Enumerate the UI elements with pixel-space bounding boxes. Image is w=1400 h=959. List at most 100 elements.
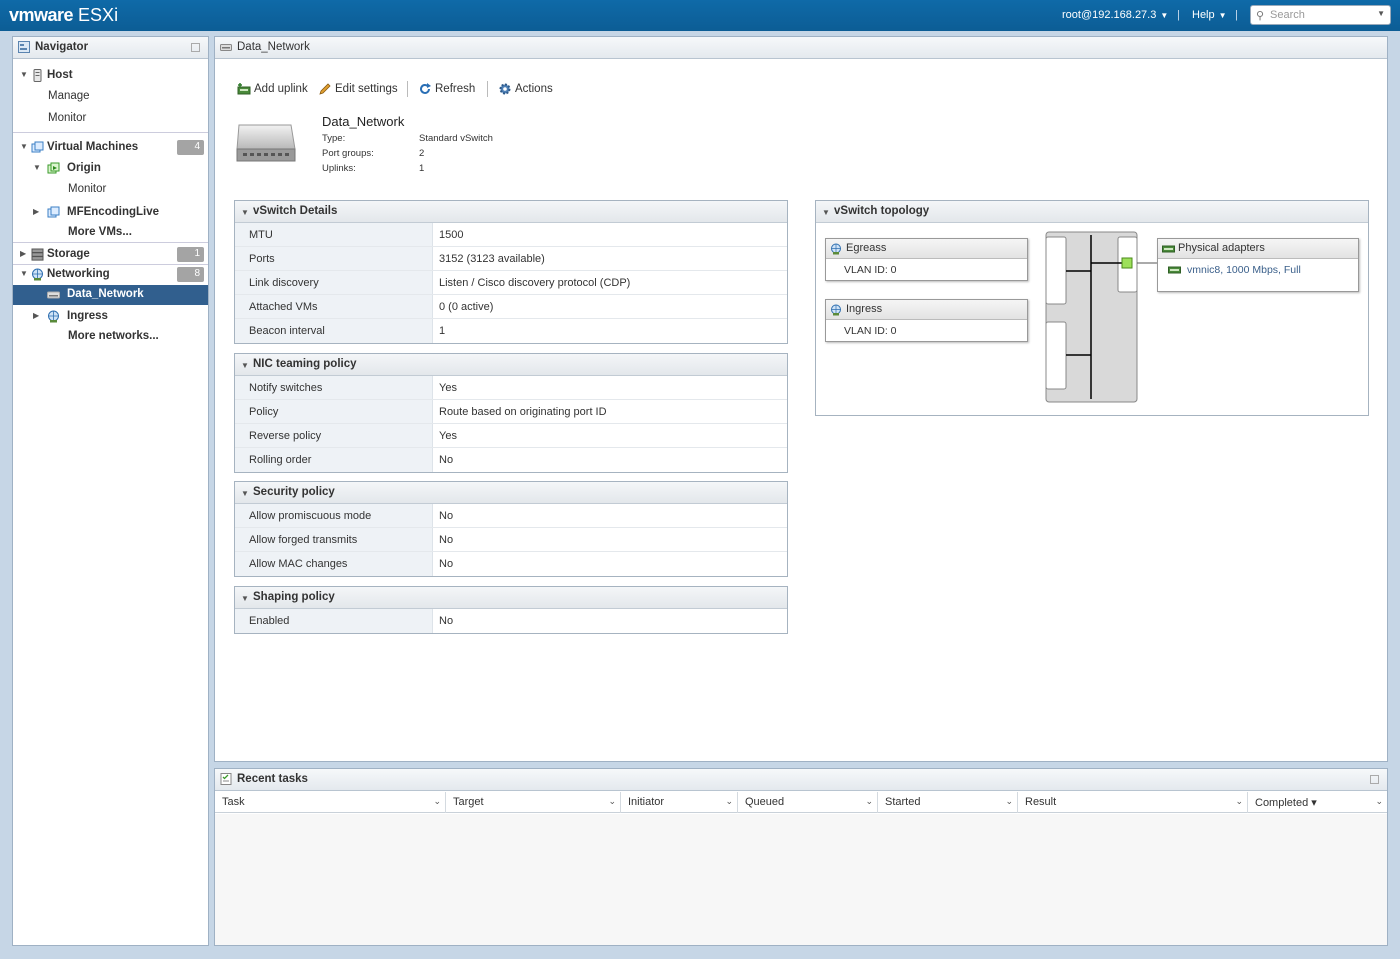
chevron-down-icon[interactable]: ⌄	[1375, 796, 1383, 807]
column-started[interactable]: Started ⌄	[878, 792, 1018, 813]
collapse-icon[interactable]: ▼	[241, 489, 249, 498]
security-policy-header[interactable]: ▼ Security policy	[235, 482, 787, 504]
portgroup-icon	[831, 243, 841, 255]
add-uplink-button[interactable]: Add uplink	[237, 82, 308, 96]
user-menu[interactable]: root@192.168.27.3 ▼	[1062, 9, 1168, 21]
edit-settings-button[interactable]: Edit settings	[318, 82, 398, 96]
collapse-icon[interactable]: ▼	[241, 361, 249, 370]
vswitch-topology-header[interactable]: ▼ vSwitch topology	[816, 201, 1368, 223]
chevron-down-icon[interactable]: ⌄	[1235, 796, 1243, 807]
type-value: Standard vSwitch	[419, 133, 493, 144]
chevron-down-icon[interactable]: ⌄	[433, 796, 441, 807]
vswitch-icon	[47, 291, 60, 299]
detail-row: Ports 3152 (3123 available)	[235, 247, 787, 271]
chevron-down-icon[interactable]: ⌄	[865, 796, 873, 807]
nav-vm-mfencodinglive[interactable]: ▶ MFEncodingLive	[13, 203, 208, 223]
count-badge: 4	[177, 140, 204, 155]
divider	[13, 242, 208, 243]
navigator-icon	[18, 41, 30, 53]
host-icon	[33, 69, 42, 82]
collapse-icon[interactable]: ▼	[241, 208, 249, 217]
vmware-logo: vmware ESXi	[9, 5, 119, 25]
portgroup-icon	[48, 310, 59, 323]
vm-icon	[31, 141, 44, 153]
nav-host[interactable]: ▼ Host	[13, 66, 208, 86]
nav-vm-origin[interactable]: ▼ Origin	[13, 159, 208, 179]
column-queued[interactable]: Queued ⌄	[738, 792, 878, 813]
expand-icon[interactable]: ▶	[33, 207, 39, 216]
column-target[interactable]: Target ⌄	[446, 792, 621, 813]
column-completed[interactable]: Completed ▾ ⌄	[1248, 792, 1387, 813]
expand-icon[interactable]: ▶	[20, 249, 26, 258]
nic-teaming-card: ▼ NIC teaming policy Notify switches Yes P…	[234, 353, 788, 473]
actions-button[interactable]: Actions	[498, 82, 553, 96]
tasks-icon	[220, 773, 232, 785]
detail-row: Rolling order No	[235, 448, 787, 472]
detail-row: Allow promiscuous mode No	[235, 504, 787, 528]
nav-origin-monitor[interactable]: Monitor	[13, 180, 208, 200]
nav-virtual-machines[interactable]: ▼ Virtual Machines 4	[13, 138, 208, 158]
navigator-header: Navigator	[13, 37, 208, 59]
vm-icon	[47, 206, 60, 218]
detail-row: MTU 1500	[235, 223, 787, 247]
chevron-down-icon[interactable]: ⌄	[608, 796, 616, 807]
top-bar: vmware ESXi root@192.168.27.3 ▼ | Help ▼ | …	[0, 0, 1400, 31]
pencil-icon	[319, 83, 331, 95]
column-initiator[interactable]: Initiator ⌄	[621, 792, 738, 813]
search-input[interactable]: ⚲ Search ▼	[1250, 5, 1391, 25]
physical-adapters-box[interactable]: Physical adapters vmnic8, 1000 Mbps, Ful…	[1157, 238, 1359, 292]
chevron-down-icon[interactable]: ▼	[1377, 9, 1385, 18]
vswitch-icon	[220, 44, 232, 51]
refresh-button[interactable]: Refresh	[418, 82, 475, 96]
collapse-icon[interactable]: ▼	[20, 70, 28, 79]
detail-row: Attached VMs 0 (0 active)	[235, 295, 787, 319]
collapse-icon[interactable]: ▼	[33, 163, 41, 172]
expand-icon[interactable]: ▶	[33, 311, 39, 320]
vswitch-name: Data_Network	[322, 114, 405, 129]
nic-teaming-header[interactable]: ▼ NIC teaming policy	[235, 354, 787, 376]
main-header: Data_Network	[215, 37, 1387, 59]
toolbar-divider	[487, 81, 488, 97]
gear-icon	[499, 83, 511, 95]
collapse-icon[interactable]: ▼	[20, 269, 28, 278]
search-icon: ⚲	[1256, 10, 1265, 22]
detail-row: Allow forged transmits No	[235, 528, 787, 552]
nav-data-network[interactable]: Data_Network	[13, 285, 208, 305]
nav-storage[interactable]: ▶ Storage 1	[13, 245, 208, 265]
vswitch-diagram	[1045, 231, 1157, 403]
nav-manage[interactable]: Manage	[13, 87, 208, 107]
nav-networking[interactable]: ▼ Networking 8	[13, 265, 208, 285]
divider: |	[1177, 9, 1180, 21]
chevron-down-icon[interactable]: ⌄	[1005, 796, 1013, 807]
collapse-icon[interactable]: ▼	[241, 594, 249, 603]
main-panel: Data_Network Add uplink Edit settings Re…	[214, 36, 1388, 762]
nav-more-networks[interactable]: More networks...	[13, 327, 208, 347]
minimize-icon[interactable]	[1370, 775, 1379, 784]
chevron-down-icon[interactable]: ⌄	[725, 796, 733, 807]
help-menu[interactable]: Help ▼	[1192, 9, 1227, 21]
security-policy-card: ▼ Security policy Allow promiscuous mode N…	[234, 481, 788, 577]
detail-row: Allow MAC changes No	[235, 552, 787, 576]
physical-nic[interactable]: vmnic8, 1000 Mbps, Full	[1158, 259, 1358, 276]
minimize-icon[interactable]	[191, 43, 200, 52]
portgroup-egress[interactable]: Egreass VLAN ID: 0	[825, 238, 1028, 281]
nav-monitor[interactable]: Monitor	[13, 109, 208, 129]
column-task[interactable]: Task ⌄	[215, 792, 446, 813]
collapse-icon[interactable]: ▼	[822, 208, 830, 217]
portgroup-icon	[831, 304, 841, 316]
portgroup-ingress[interactable]: Ingress VLAN ID: 0	[825, 299, 1028, 342]
vswitch-details-header[interactable]: ▼ vSwitch Details	[235, 201, 787, 223]
nav-ingress[interactable]: ▶ Ingress	[13, 307, 208, 327]
navigator-title: Navigator	[35, 41, 89, 53]
collapse-icon[interactable]: ▼	[20, 142, 28, 151]
nav-more-vms[interactable]: More VMs...	[13, 223, 208, 243]
uplinks-label: Uplinks:	[322, 163, 356, 174]
column-result[interactable]: Result ⌄	[1018, 792, 1248, 813]
detail-row: Link discovery Listen / Cisco discovery p…	[235, 271, 787, 295]
tasks-table-body	[215, 814, 1387, 945]
tasks-table-header: Task ⌄ Target ⌄ Initiator ⌄ Queued ⌄ Started…	[215, 792, 1387, 813]
toolbar-divider	[407, 81, 408, 97]
shaping-policy-header[interactable]: ▼ Shaping policy	[235, 587, 787, 609]
vswitch-topology-card: ▼ vSwitch topology Egreass VLAN ID: 0 Ing…	[815, 200, 1369, 416]
divider	[13, 132, 208, 133]
